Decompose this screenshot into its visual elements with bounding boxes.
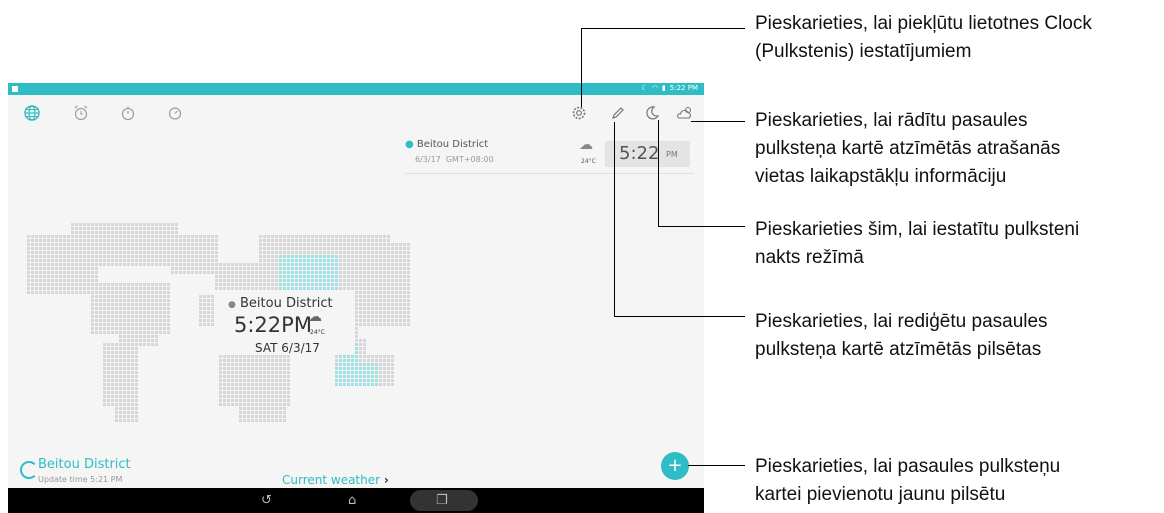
callout-night-hline (658, 226, 745, 227)
callout-add: Pieskarieties, lai pasaules pulksteņu kar… (755, 453, 1060, 509)
map-time: 5:22PM (234, 313, 312, 337)
nav-bar: ↺ ⌂ ❐ (8, 488, 704, 513)
callout-edit-line2: pulksteņa kartē atzīmētās pilsētas (755, 339, 1042, 360)
map-temp: 24°C (310, 329, 325, 336)
callout-edit-line1: Pieskarieties, lai rediģētu pasaules (755, 311, 1048, 332)
callout-night-line2: nakts režīmā (755, 247, 864, 268)
callout-settings: Pieskarieties, lai piekļūtu lietotnes Cl… (755, 10, 1092, 66)
add-city-button[interactable]: + (661, 452, 689, 480)
callout-add-line1: Pieskarieties, lai pasaules pulksteņu (755, 456, 1061, 477)
update-time: Update time 5:21 PM (38, 475, 123, 484)
callout-night-line1: Pieskarieties šim, lai iestatītu pulkste… (755, 219, 1080, 240)
callout-edit-hline (614, 316, 745, 317)
home-icon[interactable]: ⌂ (348, 493, 356, 508)
callout-add-line2: kartei pievienotu jaunu pilsētu (755, 484, 1006, 505)
back-icon[interactable]: ↺ (261, 493, 272, 508)
map-rain-cloud-icon: ☁ (308, 309, 322, 325)
callout-edit: Pieskarieties, lai rediģētu pasaules pulk… (755, 308, 1048, 364)
chevron-right-icon: › (383, 473, 389, 487)
map-pin-icon: ● (228, 300, 236, 310)
recent-apps-icon[interactable]: ❐ (436, 493, 448, 508)
callout-settings-vline (581, 28, 582, 107)
current-weather-link[interactable]: Current weather › (282, 473, 389, 487)
callout-night: Pieskarieties šim, lai iestatītu pulkste… (755, 216, 1079, 272)
callout-settings-hline (581, 28, 745, 29)
callout-weather-line (691, 121, 745, 122)
tablet-screen: ☾ ◠ ▮ 5:22 PM ● Beitou District 6/3/17 G… (8, 83, 704, 513)
map-date: SAT 6/3/17 (255, 341, 320, 355)
callout-settings-line1: Pieskarieties, lai piekļūtu lietotnes Cl… (755, 13, 1092, 34)
callout-add-line (688, 465, 745, 466)
callout-weather-line3: vietas laikapstākļu informāciju (755, 166, 1007, 187)
current-weather-label: Current weather (282, 473, 381, 487)
refresh-icon[interactable] (20, 461, 38, 479)
callout-weather-line1: Pieskarieties, lai rādītu pasaules (755, 110, 1028, 131)
callout-settings-line2: (Pulkstenis) iestatījumiem (755, 41, 972, 62)
callout-night-vline (658, 120, 659, 226)
callout-edit-vline (614, 122, 615, 316)
callout-weather-line2: pulksteņa kartē atzīmētās atrašanās (755, 138, 1061, 159)
callout-weather: Pieskarieties, lai rādītu pasaules pulkst… (755, 107, 1060, 191)
world-map (27, 223, 410, 422)
bottom-city[interactable]: Beitou District (38, 457, 131, 472)
